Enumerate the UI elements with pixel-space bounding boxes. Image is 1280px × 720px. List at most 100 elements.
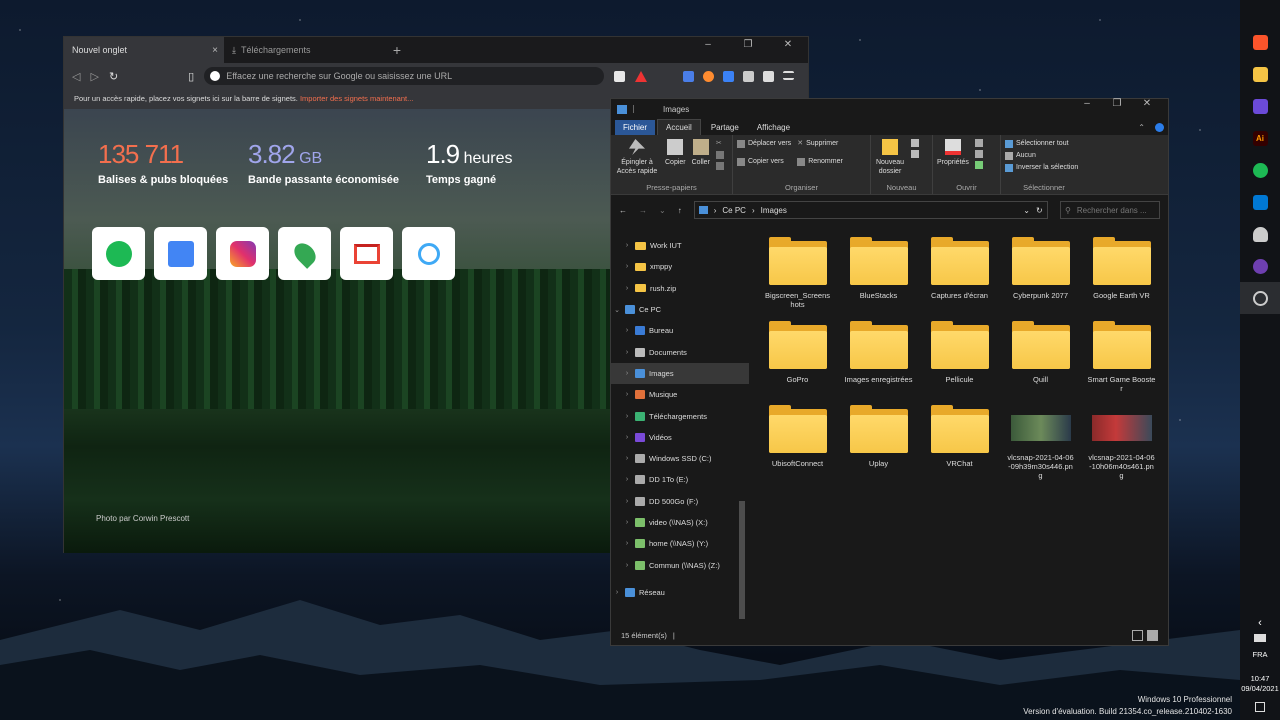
menu-icon[interactable] bbox=[783, 70, 794, 80]
nav-item[interactable]: › DD 1To (E:) bbox=[611, 469, 749, 490]
large-icons-view-icon[interactable] bbox=[1147, 629, 1158, 641]
taskbar-vscode[interactable] bbox=[1240, 186, 1280, 218]
new-tab-button[interactable]: + bbox=[384, 37, 410, 63]
new-item-icon[interactable] bbox=[911, 139, 919, 147]
quick-access-toolbar[interactable] bbox=[633, 105, 657, 113]
nav-item[interactable]: › Réseau bbox=[611, 582, 749, 603]
bookmark-icon[interactable]: ▯ bbox=[188, 70, 194, 83]
collapse-chevron-icon[interactable]: › bbox=[623, 519, 631, 526]
forward-icon[interactable]: ▷ bbox=[90, 70, 98, 83]
tab-accueil[interactable]: Accueil bbox=[657, 119, 701, 135]
taskbar-settings[interactable] bbox=[1240, 282, 1280, 314]
taskbar-recorder[interactable] bbox=[1240, 90, 1280, 122]
folder-item[interactable]: Smart Game Booster bbox=[1081, 321, 1162, 393]
move-to-button[interactable]: Déplacer vers bbox=[737, 139, 791, 148]
notifications-icon[interactable] bbox=[1255, 702, 1265, 712]
minimize-button[interactable]: – bbox=[1072, 96, 1102, 122]
folder-item[interactable]: GoPro bbox=[757, 321, 838, 393]
breadcrumb-images[interactable]: Images bbox=[761, 206, 787, 215]
nav-item[interactable]: › Téléchargements bbox=[611, 405, 749, 426]
edit-icon[interactable] bbox=[974, 150, 983, 158]
folder-item[interactable]: Cyberpunk 2077 bbox=[1000, 237, 1081, 309]
taskbar-brave[interactable] bbox=[1240, 26, 1280, 58]
tab-new-tab[interactable]: Nouvel onglet × bbox=[64, 37, 224, 63]
taskbar-spotify[interactable] bbox=[1240, 154, 1280, 186]
select-none-button[interactable]: Aucun bbox=[1005, 151, 1078, 160]
copy-button[interactable]: Copier bbox=[665, 139, 686, 182]
delete-button[interactable]: ✕ Supprimer bbox=[797, 139, 843, 148]
new-folder-button[interactable]: Nouveau dossier bbox=[875, 139, 905, 182]
cut-icon[interactable]: ✂ bbox=[716, 139, 724, 148]
up-arrow-icon[interactable]: ↑ bbox=[678, 206, 682, 215]
bookmarks-icon[interactable] bbox=[763, 70, 774, 82]
expand-chevron-icon[interactable]: ⌄ bbox=[613, 306, 621, 314]
collapse-chevron-icon[interactable]: › bbox=[613, 589, 621, 596]
tray-app-icon[interactable] bbox=[1254, 634, 1266, 642]
nav-item[interactable]: › Work IUT bbox=[611, 235, 749, 256]
nav-item[interactable]: › Windows SSD (C:) bbox=[611, 448, 749, 469]
nav-item[interactable]: ⌄ Ce PC bbox=[611, 299, 749, 320]
tile-cortana[interactable] bbox=[402, 227, 455, 280]
nav-item[interactable]: › home (\\NAS) (Y:) bbox=[611, 533, 749, 554]
folder-item[interactable]: Images enregistrées bbox=[838, 321, 919, 393]
taskbar-steamvr[interactable] bbox=[1240, 218, 1280, 250]
nav-item[interactable]: › Commun (\\NAS) (Z:) bbox=[611, 554, 749, 575]
back-icon[interactable]: ◁ bbox=[72, 70, 80, 83]
nav-item[interactable]: › xmppy bbox=[611, 256, 749, 277]
tab-close-icon[interactable]: × bbox=[212, 45, 218, 56]
collapse-chevron-icon[interactable]: › bbox=[623, 349, 631, 356]
folder-item[interactable]: UbisoftConnect bbox=[757, 405, 838, 480]
tab-partage[interactable]: Partage bbox=[703, 120, 747, 135]
copy-path-icon[interactable] bbox=[715, 151, 724, 159]
chevron-down-icon[interactable]: ⌄ bbox=[1023, 206, 1030, 215]
folder-item[interactable]: Bigscreen_Screenshots bbox=[757, 237, 838, 309]
collapse-chevron-icon[interactable]: › bbox=[623, 327, 631, 334]
search-box[interactable]: ⚲ Rechercher dans ... bbox=[1060, 201, 1160, 219]
nav-item[interactable]: › DD 500Go (F:) bbox=[611, 491, 749, 512]
tile-spotify[interactable] bbox=[92, 227, 145, 280]
collapse-chevron-icon[interactable]: › bbox=[623, 413, 631, 420]
rename-button[interactable]: Renommer bbox=[797, 157, 843, 166]
nav-item[interactable]: › Bureau bbox=[611, 320, 749, 341]
history-icon[interactable] bbox=[974, 161, 983, 169]
brave-rewards-icon[interactable] bbox=[635, 70, 648, 82]
paste-button[interactable]: Coller bbox=[692, 139, 710, 182]
tile-google-translate[interactable] bbox=[154, 227, 207, 280]
properties-button[interactable]: Propriétés bbox=[937, 139, 969, 182]
breadcrumb-ce-pc[interactable]: Ce PC bbox=[722, 206, 746, 215]
collapse-chevron-icon[interactable]: › bbox=[623, 562, 631, 569]
taskbar-obs[interactable] bbox=[1240, 250, 1280, 282]
translate-extension-icon[interactable] bbox=[683, 70, 694, 82]
nav-item[interactable]: › Vidéos bbox=[611, 427, 749, 448]
collapse-chevron-icon[interactable]: › bbox=[623, 540, 631, 547]
refresh-icon[interactable]: ↻ bbox=[1036, 206, 1043, 215]
tab-downloads[interactable]: ⤓ Téléchargements bbox=[224, 37, 384, 63]
maximize-button[interactable]: ❐ bbox=[1102, 96, 1132, 122]
tab-affichage[interactable]: Affichage bbox=[749, 120, 798, 135]
tile-google-maps[interactable] bbox=[278, 227, 331, 280]
nav-scrollbar[interactable] bbox=[739, 501, 745, 619]
folder-item[interactable]: Quill bbox=[1000, 321, 1081, 393]
language-indicator[interactable]: FRA bbox=[1240, 650, 1280, 660]
back-arrow-icon[interactable]: ← bbox=[619, 206, 627, 215]
image-file-item[interactable]: vlcsnap-2021-04-06-09h39m30s446.png bbox=[1000, 405, 1081, 480]
collapse-chevron-icon[interactable]: › bbox=[623, 263, 631, 270]
collapse-chevron-icon[interactable]: › bbox=[623, 455, 631, 462]
nav-item[interactable]: › Images bbox=[611, 362, 749, 385]
address-bar[interactable]: Effacez une recherche sur Google ou sais… bbox=[204, 67, 605, 85]
nav-item[interactable]: › Documents bbox=[611, 341, 749, 362]
collapse-chevron-icon[interactable]: › bbox=[623, 370, 631, 377]
address-bar[interactable]: › Ce PC › Images ⌄ ↻ bbox=[693, 201, 1048, 219]
tab-fichier[interactable]: Fichier bbox=[615, 119, 656, 135]
show-hidden-icons-icon[interactable]: ‹ bbox=[1240, 618, 1280, 629]
collapse-chevron-icon[interactable]: › bbox=[623, 476, 631, 483]
open-icon[interactable] bbox=[974, 139, 983, 147]
import-bookmarks-link[interactable]: Importer des signets maintenant... bbox=[300, 94, 413, 103]
help-icon[interactable] bbox=[1155, 122, 1164, 132]
easy-access-icon[interactable] bbox=[911, 150, 919, 158]
pin-quick-access-button[interactable]: Épingler à Accès rapide bbox=[615, 139, 659, 182]
taskbar-file-explorer[interactable] bbox=[1240, 58, 1280, 90]
collapse-chevron-icon[interactable]: › bbox=[623, 242, 631, 249]
puzzle-icon[interactable] bbox=[743, 70, 754, 82]
close-button[interactable]: ✕ bbox=[768, 37, 808, 63]
